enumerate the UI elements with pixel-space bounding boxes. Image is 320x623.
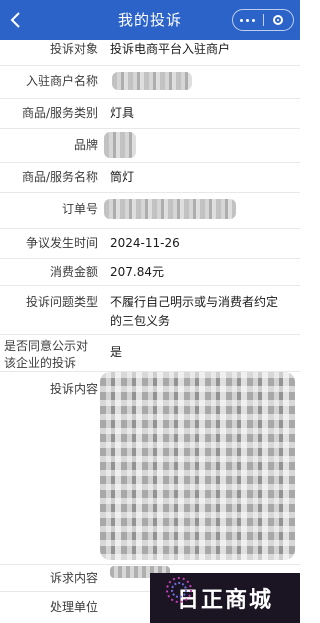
- field-label: 处理单位: [49, 600, 98, 614]
- field-value: 筒灯: [110, 170, 135, 184]
- field-label: 投诉对象: [49, 42, 98, 56]
- field-value: 是: [110, 345, 123, 359]
- field-row-amount: 消费金额 207.84元: [0, 259, 300, 286]
- field-label: 订单号: [61, 202, 98, 216]
- redacted-content: [100, 372, 295, 560]
- field-row-brand: 品牌: [0, 129, 300, 163]
- field-value: 不履行自己明示或与消费者约定的三包义务: [110, 295, 279, 328]
- field-row-issue-type: 投诉问题类型 不履行自己明示或与消费者约定的三包义务: [0, 286, 300, 335]
- redacted-value: [104, 132, 136, 158]
- field-row-merchant-name: 入驻商户名称: [0, 66, 300, 99]
- field-label-line: 是否同意公示对: [4, 339, 89, 353]
- redacted-value: [104, 199, 236, 219]
- field-label: 商品/服务类别: [21, 106, 98, 120]
- field-label: 商品/服务名称: [21, 170, 98, 184]
- field-label: 消费金额: [49, 265, 98, 279]
- watermark-logo: 日正商城: [150, 573, 300, 623]
- close-button[interactable]: [264, 10, 294, 30]
- field-value: 投诉电商平台入驻商户: [110, 42, 231, 56]
- more-dots-icon: [240, 18, 256, 22]
- field-row-publish-consent: 是否同意公示对 该企业的投诉 是: [0, 335, 300, 372]
- mini-program-capsule: [232, 9, 294, 31]
- field-value: 灯具: [110, 106, 135, 120]
- field-label: 品牌: [73, 138, 98, 152]
- field-label: 是否同意公示对 该企业的投诉: [4, 338, 100, 372]
- more-button[interactable]: [233, 10, 263, 30]
- field-label: 诉求内容: [49, 571, 98, 585]
- redacted-value: [112, 72, 192, 90]
- field-label: 争议发生时间: [25, 236, 98, 250]
- sparkle-icon: [166, 577, 192, 603]
- field-label-line: 该企业的投诉: [4, 356, 77, 370]
- field-row-order-number: 订单号: [0, 193, 300, 229]
- field-value: 207.84元: [110, 265, 164, 279]
- field-label: 投诉问题类型: [25, 295, 98, 309]
- field-label: 投诉内容: [49, 382, 98, 396]
- field-row-dispute-date: 争议发生时间 2024-11-26: [0, 229, 300, 259]
- field-row-product-name: 商品/服务名称 筒灯: [0, 163, 300, 193]
- nav-bar: 我的投诉: [0, 0, 300, 40]
- field-value: 2024-11-26: [110, 236, 180, 250]
- field-row-complaint-target: 投诉对象 投诉电商平台入驻商户: [0, 40, 300, 66]
- field-label: 入驻商户名称: [25, 74, 98, 88]
- field-row-category: 商品/服务类别 灯具: [0, 99, 300, 129]
- close-ring-icon: [273, 15, 284, 25]
